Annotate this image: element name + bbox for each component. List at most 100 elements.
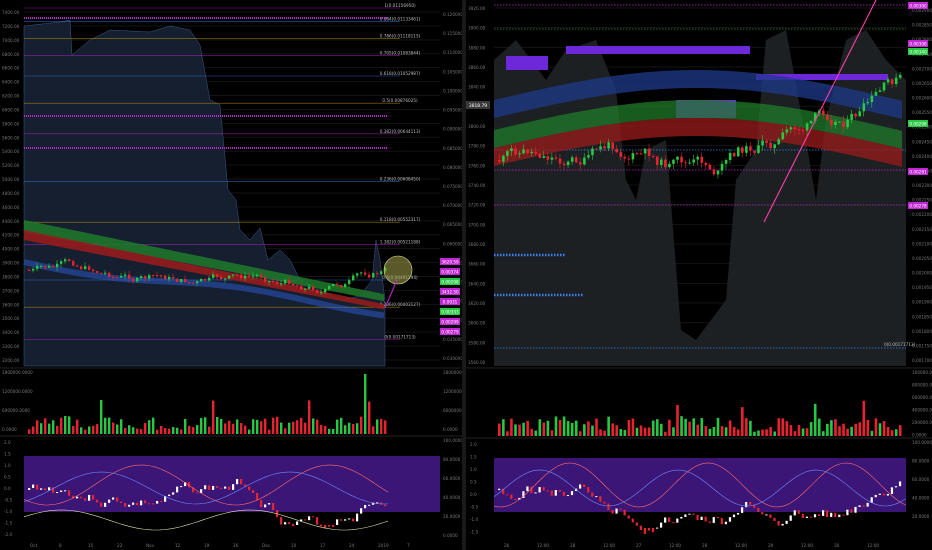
volume-bar — [692, 418, 695, 436]
candle-body — [136, 277, 139, 282]
candle-body — [180, 279, 183, 282]
volume-bar — [260, 421, 263, 434]
volume-bar — [514, 424, 517, 436]
tag-label: 0.00278 — [909, 204, 927, 209]
volume-bar — [164, 428, 167, 434]
candle-body — [846, 119, 849, 128]
ratio-tick-label: 0.002650 — [912, 81, 932, 86]
osc-candle — [660, 522, 663, 528]
candle-body — [822, 110, 825, 115]
candle-body — [268, 281, 271, 283]
price-tick-label: 6800.00 — [2, 52, 20, 57]
osc-candle — [732, 514, 736, 518]
volume-bar — [761, 429, 764, 436]
volume-bar — [607, 416, 610, 436]
price-tick-label: 5600.00 — [2, 135, 20, 140]
left-chart-pane[interactable]: 7400.00 7200.00 7000.00 6800.00 6600.00 6400.… — [0, 0, 462, 550]
candle-body — [40, 265, 43, 267]
candle-body — [842, 121, 845, 128]
ratio-tick-label: 0.030000 — [443, 356, 462, 361]
osc-tick-label: -0.5 — [4, 498, 13, 503]
volume-bar — [296, 420, 299, 434]
ratio-tick-label: 0.002450 — [912, 139, 932, 144]
volume-bar — [32, 426, 35, 434]
volume-tick-label: 1800000.0000 — [2, 370, 33, 375]
fib-level-label: 0.618(0.01052987) — [380, 71, 421, 76]
right-chart[interactable]: 3920.003900.003880.003860.003840.003820.… — [466, 0, 932, 550]
volume-bar — [886, 427, 890, 436]
volume-bar — [352, 424, 355, 434]
volume-bar — [765, 429, 768, 436]
osc-candle — [340, 519, 343, 521]
volume-bar — [244, 425, 247, 434]
osc-candle — [684, 514, 687, 517]
volume-bar — [336, 419, 339, 434]
osc-candle — [336, 519, 339, 525]
ratio-tick-label: 0.002300 — [912, 183, 932, 188]
osc-tick-label-right: 40.0000 — [443, 495, 461, 500]
candle-body — [56, 263, 59, 267]
volume-bar — [894, 429, 898, 436]
volume-tick-label-right: 18000000.0000 — [443, 370, 462, 375]
candle-body — [148, 275, 151, 279]
osc-candle — [805, 516, 808, 518]
candle-body — [619, 152, 623, 157]
osc-candle — [176, 486, 179, 493]
volume-bar — [256, 419, 259, 434]
left-chart[interactable]: 7400.00 7200.00 7000.00 6800.00 6600.00 6400.… — [0, 0, 462, 550]
volume-bar — [188, 425, 191, 434]
right-chart-pane[interactable]: 3920.003900.003880.003860.003840.003820.… — [466, 0, 932, 550]
osc-candle — [292, 523, 295, 527]
osc-candle — [248, 486, 251, 491]
osc-candle — [304, 519, 307, 521]
osc-candle — [132, 502, 135, 505]
volume-bar — [583, 424, 586, 436]
osc-candle — [793, 510, 796, 516]
candle-body — [676, 156, 679, 160]
price-tick-label: 3500.00 — [2, 316, 20, 321]
candle-body — [88, 266, 91, 270]
osc-candle — [546, 490, 549, 492]
volume-bar — [757, 430, 760, 436]
candle-body — [587, 155, 590, 158]
candle-body — [104, 272, 107, 274]
volume-bar — [212, 400, 215, 434]
candle-body — [522, 149, 525, 154]
candle-body — [680, 156, 683, 163]
candle-body — [591, 148, 594, 156]
time-tick-label: 12 — [175, 543, 181, 548]
volume-bar — [40, 423, 43, 434]
osc-candle — [108, 499, 111, 503]
volume-tick-label-right: 400000.0000 — [912, 408, 932, 413]
candle-body — [208, 277, 211, 281]
candle-body — [144, 276, 147, 279]
osc-tick-label-right: 80.0000 — [443, 457, 461, 462]
candle-body — [260, 275, 263, 278]
ratio-tick-label: 0.002550 — [912, 110, 932, 115]
osc-candle — [830, 512, 833, 518]
volume-bar — [172, 427, 175, 434]
volume-tick-label: 600000.0000 — [2, 408, 30, 413]
osc-candle — [655, 527, 659, 529]
candle-body — [44, 265, 47, 268]
osc-candle — [272, 503, 275, 511]
price-tick-label: 3740.00 — [468, 183, 486, 188]
time-tick-label: Oct — [30, 543, 38, 548]
candle-body — [550, 157, 554, 160]
volume-bar — [716, 417, 720, 436]
volume-bar — [696, 424, 700, 436]
price-tick-label: 4400.00 — [2, 219, 20, 224]
osc-tick-label-right: 100.0000 — [912, 440, 932, 445]
candle-body — [684, 162, 687, 164]
volume-bar — [736, 429, 740, 436]
volume-bar — [344, 425, 347, 434]
candle-body — [607, 142, 610, 149]
volume-bar — [809, 422, 813, 436]
ratio-tick-label: 0.002250 — [912, 198, 932, 203]
osc-candle — [680, 516, 683, 519]
candle-body — [518, 153, 521, 155]
ratio-tick-label: 0.085000 — [443, 146, 462, 151]
price-tick-label: 3780.00 — [468, 144, 486, 149]
osc-tick-label: 1.5 — [470, 455, 477, 460]
volume-bar — [380, 418, 383, 434]
